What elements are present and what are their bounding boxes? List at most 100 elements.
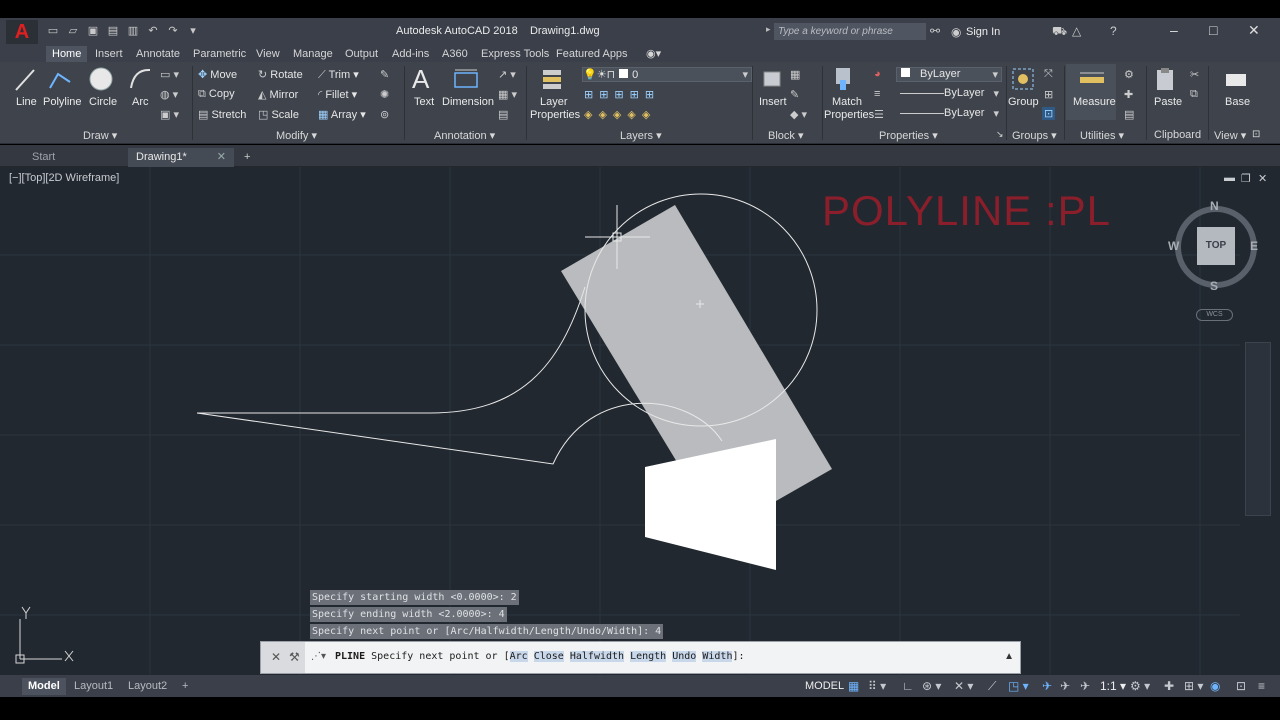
navigation-bar[interactable]: [1245, 342, 1271, 516]
polyline-button[interactable]: Polyline: [43, 96, 82, 108]
layers-panel-title[interactable]: Layers ▾: [620, 129, 662, 142]
tab-annotate[interactable]: Annotate: [136, 46, 180, 62]
attribute-icon[interactable]: ◆ ▾: [790, 108, 807, 121]
add-layout-icon[interactable]: +: [176, 678, 194, 695]
tab-model[interactable]: Model: [22, 678, 66, 695]
move-button[interactable]: ✥ Move: [198, 68, 237, 81]
selection-cycle-icon[interactable]: ◳ ▾: [1008, 679, 1029, 693]
polyline-tapered-segment[interactable]: [645, 439, 776, 570]
annotation-visibility-icon[interactable]: ✈: [1042, 679, 1052, 693]
id-point-icon[interactable]: ✚: [1124, 88, 1133, 101]
circle-button[interactable]: Circle: [89, 96, 117, 108]
calculator-icon[interactable]: ▤: [1124, 108, 1134, 121]
close-icon[interactable]: ✕: [1248, 22, 1260, 39]
mirror-button[interactable]: ◭ Mirror: [258, 88, 298, 101]
group-select-icon[interactable]: ⊡: [1042, 107, 1056, 120]
binoculars-icon[interactable]: ⚯: [930, 24, 940, 38]
undo-icon[interactable]: ↶: [146, 24, 160, 38]
base-button[interactable]: Base: [1225, 96, 1250, 108]
ungroup-icon[interactable]: ⤧: [1044, 68, 1053, 81]
block-panel-title[interactable]: Block ▾: [768, 129, 803, 142]
scale-button[interactable]: ◳ Scale: [258, 108, 299, 121]
copy-clip-icon[interactable]: ⧉: [1190, 88, 1198, 101]
auto-scale-icon[interactable]: ✈: [1060, 679, 1070, 693]
measure-button[interactable]: Measure: [1073, 96, 1116, 108]
search-input[interactable]: Type a keyword or phrase: [774, 23, 926, 40]
viewcube-west[interactable]: W: [1168, 239, 1179, 253]
ortho-icon[interactable]: ∟: [902, 679, 914, 693]
tab-insert[interactable]: Insert: [95, 46, 123, 62]
dimension-button[interactable]: Dimension: [442, 96, 494, 108]
lineweight-toggle-icon[interactable]: ⟋: [988, 679, 996, 694]
stretch-button[interactable]: ▤ Stretch: [198, 108, 246, 121]
viewport-close-icon[interactable]: ✕: [1258, 172, 1267, 185]
isolate-icon[interactable]: ◉: [1210, 679, 1220, 693]
exchange-icon[interactable]: △: [1072, 24, 1081, 38]
ribbon-toggle-icon[interactable]: ◉▾: [646, 46, 661, 62]
boundary-icon[interactable]: ▣ ▾: [160, 108, 179, 121]
customize-icon[interactable]: ⚒: [289, 650, 300, 664]
paste-button[interactable]: Paste: [1154, 96, 1182, 108]
wcs-menu[interactable]: WCS: [1196, 309, 1233, 321]
view-panel-title[interactable]: View ▾: [1214, 129, 1246, 142]
option-halfwidth[interactable]: Halfwidth: [569, 651, 625, 662]
option-width[interactable]: Width: [702, 651, 733, 662]
group-button[interactable]: Group: [1008, 96, 1039, 108]
tab-home[interactable]: Home: [46, 46, 88, 62]
command-prompt[interactable]: PLINE Specify next point or [Arc Close H…: [335, 651, 745, 662]
grid-icon[interactable]: ▦: [848, 679, 859, 693]
command-line[interactable]: ✕ ⚒ ⋰▾ PLINE Specify next point or [Arc …: [260, 641, 1021, 674]
tab-layout1[interactable]: Layout1: [68, 678, 119, 695]
color-dropdown[interactable]: ByLayer ▾: [896, 67, 1002, 82]
viewport-restore-icon[interactable]: ❐: [1241, 172, 1251, 185]
layer-dropdown[interactable]: 💡☀⊓ 0 ▾: [582, 67, 752, 82]
tab-start[interactable]: Start: [24, 148, 63, 167]
option-undo[interactable]: Undo: [672, 651, 697, 662]
quick-select-icon[interactable]: ⚙: [1124, 68, 1134, 81]
osnap-icon[interactable]: ✕ ▾: [954, 679, 973, 693]
snap-icon[interactable]: ⠿ ▾: [868, 679, 886, 693]
help-icon[interactable]: ?: [1110, 24, 1117, 38]
plus-icon[interactable]: ✚: [1164, 679, 1174, 693]
match-properties-button[interactable]: Match: [832, 96, 862, 108]
annotation-scale-icon[interactable]: ✈: [1080, 679, 1090, 693]
search-expand-icon[interactable]: ▸: [766, 24, 771, 35]
linetype-dropdown[interactable]: ByLayer ▾: [896, 87, 1002, 102]
fullscreen-icon[interactable]: ⊡: [1236, 679, 1246, 693]
group-edit-icon[interactable]: ⊞: [1044, 88, 1053, 101]
properties-panel-title[interactable]: Properties ▾: [879, 129, 938, 142]
new-tab-icon[interactable]: +: [236, 148, 258, 167]
line-button[interactable]: Line: [16, 96, 37, 108]
minimize-icon[interactable]: –: [1170, 22, 1178, 38]
maximize-icon[interactable]: □: [1209, 22, 1217, 38]
tab-view[interactable]: View: [256, 46, 280, 62]
units-icon[interactable]: ⊞ ▾: [1184, 679, 1203, 693]
polar-icon[interactable]: ⊛ ▾: [922, 679, 941, 693]
open-file-icon[interactable]: ▱: [66, 24, 80, 38]
tab-layout2[interactable]: Layout2: [122, 678, 173, 695]
option-arc[interactable]: Arc: [509, 651, 528, 662]
cut-icon[interactable]: ✂: [1190, 68, 1199, 81]
properties-launcher-icon[interactable]: ↘: [996, 129, 1004, 140]
tab-a360[interactable]: A360: [442, 46, 468, 62]
polyline-lower-segment[interactable]: [196, 402, 723, 465]
annotation-panel-title[interactable]: Annotation ▾: [434, 129, 495, 142]
create-block-icon[interactable]: ▦: [790, 68, 800, 81]
fillet-button[interactable]: ◜ Fillet ▾: [318, 88, 357, 101]
viewcube-east[interactable]: E: [1250, 239, 1258, 253]
offset-icon[interactable]: ⊚: [380, 108, 389, 121]
trim-button[interactable]: ⟋ Trim ▾: [318, 68, 359, 82]
gear-icon[interactable]: ⚙ ▾: [1130, 679, 1150, 693]
tab-manage[interactable]: Manage: [293, 46, 333, 62]
app-menu-button[interactable]: A: [6, 20, 38, 44]
hatch-icon[interactable]: ◍ ▾: [160, 88, 178, 101]
tab-output[interactable]: Output: [345, 46, 378, 62]
explode-icon[interactable]: ✺: [380, 88, 389, 101]
tab-drawing1[interactable]: Drawing1* ✕: [128, 148, 234, 167]
rotate-button[interactable]: ↻ Rotate: [258, 68, 303, 81]
text-button[interactable]: Text: [414, 96, 434, 108]
qat-dropdown-icon[interactable]: ▾: [186, 24, 200, 38]
viewcube-top-face[interactable]: TOP: [1197, 227, 1235, 265]
table-icon[interactable]: ▦ ▾: [498, 88, 517, 101]
arc-button[interactable]: Arc: [132, 96, 149, 108]
